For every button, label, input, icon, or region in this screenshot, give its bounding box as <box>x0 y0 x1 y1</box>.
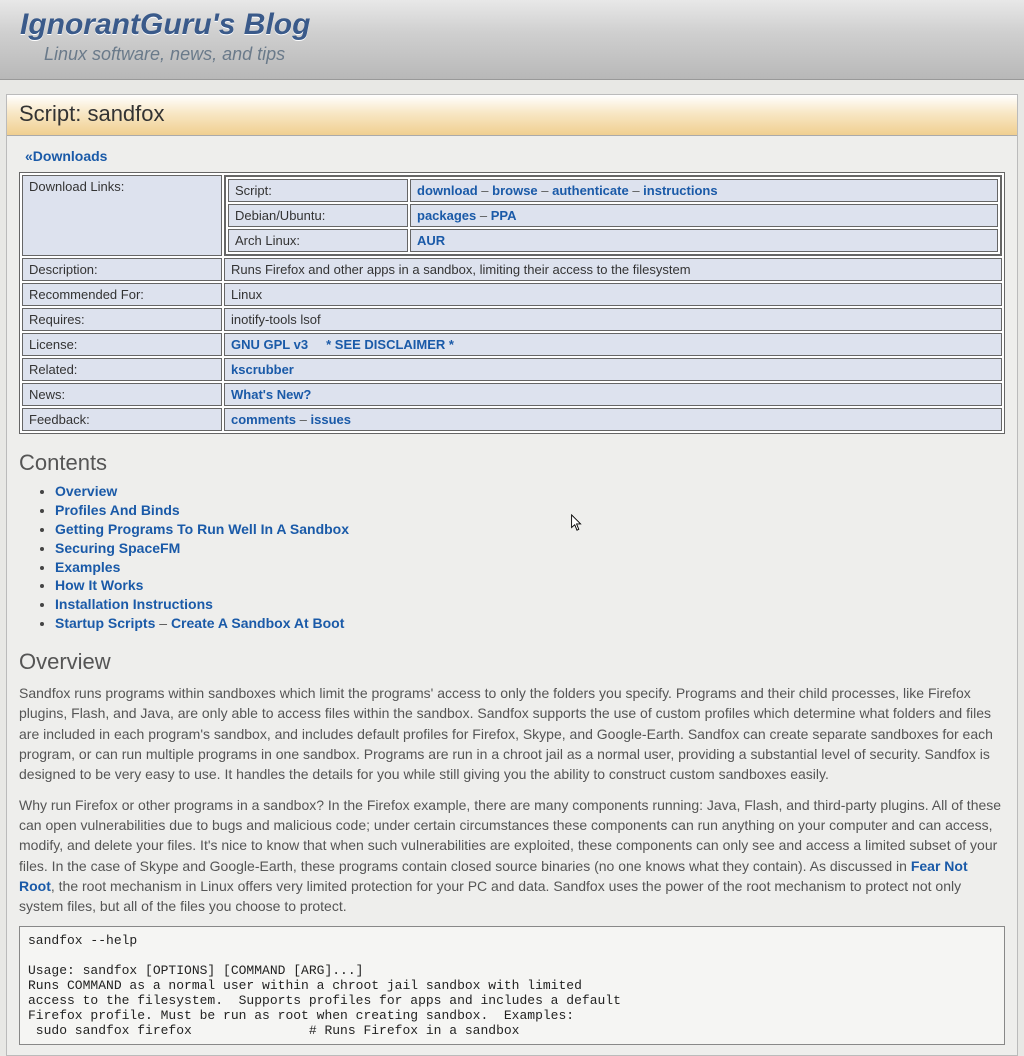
link-comments[interactable]: comments <box>231 412 296 427</box>
download-links-label: Download Links: <box>22 175 222 256</box>
script-links-cell: download – browse – authenticate – instr… <box>410 179 998 202</box>
link-related[interactable]: kscrubber <box>231 362 294 377</box>
toc-startup-scripts[interactable]: Startup Scripts <box>55 615 155 631</box>
toc-securing-spacefm[interactable]: Securing SpaceFM <box>55 540 180 556</box>
link-download[interactable]: download <box>417 183 478 198</box>
link-issues[interactable]: issues <box>311 412 351 427</box>
overview-paragraph-1: Sandfox runs programs within sandboxes w… <box>19 683 1005 784</box>
download-links-cell: Script: download – browse – authenticate… <box>224 175 1002 256</box>
feedback-cell: comments – issues <box>224 408 1002 431</box>
script-label: Script: <box>228 179 408 202</box>
news-label: News: <box>22 383 222 406</box>
overview-paragraph-2: Why run Firefox or other programs in a s… <box>19 795 1005 917</box>
site-tagline: Linux software, news, and tips <box>44 44 1004 65</box>
link-authenticate[interactable]: authenticate <box>552 183 629 198</box>
page-body: «Downloads Download Links: Script: downl… <box>7 136 1017 1045</box>
link-packages[interactable]: packages <box>417 208 476 223</box>
requires-label: Requires: <box>22 308 222 331</box>
recommended-label: Recommended For: <box>22 283 222 306</box>
link-aur[interactable]: AUR <box>417 233 445 248</box>
link-instructions[interactable]: instructions <box>643 183 717 198</box>
help-output: sandfox --help Usage: sandfox [OPTIONS] … <box>19 926 1005 1045</box>
overview-p2-part-b: , the root mechanism in Linux offers ver… <box>19 878 961 914</box>
license-cell: GNU GPL v3 * SEE DISCLAIMER * <box>224 333 1002 356</box>
arch-links-cell: AUR <box>410 229 998 252</box>
debian-links-cell: packages – PPA <box>410 204 998 227</box>
link-license[interactable]: GNU GPL v3 <box>231 337 308 352</box>
toc-how-it-works[interactable]: How It Works <box>55 577 143 593</box>
site-header: IgnorantGuru's Blog Linux software, news… <box>0 0 1024 80</box>
link-browse[interactable]: browse <box>492 183 538 198</box>
overview-p2-part-a: Why run Firefox or other programs in a s… <box>19 797 1001 874</box>
page-title: Script: sandfox <box>19 101 1005 127</box>
related-cell: kscrubber <box>224 358 1002 381</box>
back-to-downloads-link[interactable]: «Downloads <box>25 148 107 164</box>
license-label: License: <box>22 333 222 356</box>
arch-label: Arch Linux: <box>228 229 408 252</box>
toc-examples[interactable]: Examples <box>55 559 120 575</box>
requires-value: inotify-tools lsof <box>224 308 1002 331</box>
download-links-inner-table: Script: download – browse – authenticate… <box>225 176 1001 255</box>
info-table: Download Links: Script: download – brows… <box>19 172 1005 434</box>
contents-heading: Contents <box>19 450 1005 476</box>
news-cell: What's New? <box>224 383 1002 406</box>
toc-overview[interactable]: Overview <box>55 483 117 499</box>
page-title-bar: Script: sandfox <box>7 95 1017 136</box>
related-label: Related: <box>22 358 222 381</box>
link-ppa[interactable]: PPA <box>491 208 517 223</box>
link-whatsnew[interactable]: What's New? <box>231 387 311 402</box>
debian-label: Debian/Ubuntu: <box>228 204 408 227</box>
recommended-value: Linux <box>224 283 1002 306</box>
content-wrap: Script: sandfox «Downloads Download Link… <box>6 94 1018 1056</box>
toc-installation[interactable]: Installation Instructions <box>55 596 213 612</box>
site-title[interactable]: IgnorantGuru's Blog <box>20 8 1004 42</box>
description-value: Runs Firefox and other apps in a sandbox… <box>224 258 1002 281</box>
link-disclaimer[interactable]: * SEE DISCLAIMER * <box>326 337 454 352</box>
feedback-label: Feedback: <box>22 408 222 431</box>
description-label: Description: <box>22 258 222 281</box>
toc-getting-programs[interactable]: Getting Programs To Run Well In A Sandbo… <box>55 521 349 537</box>
toc-create-sandbox-boot[interactable]: Create A Sandbox At Boot <box>171 615 344 631</box>
overview-heading: Overview <box>19 649 1005 675</box>
contents-list: Overview Profiles And Binds Getting Prog… <box>39 482 1005 633</box>
toc-profiles[interactable]: Profiles And Binds <box>55 502 180 518</box>
